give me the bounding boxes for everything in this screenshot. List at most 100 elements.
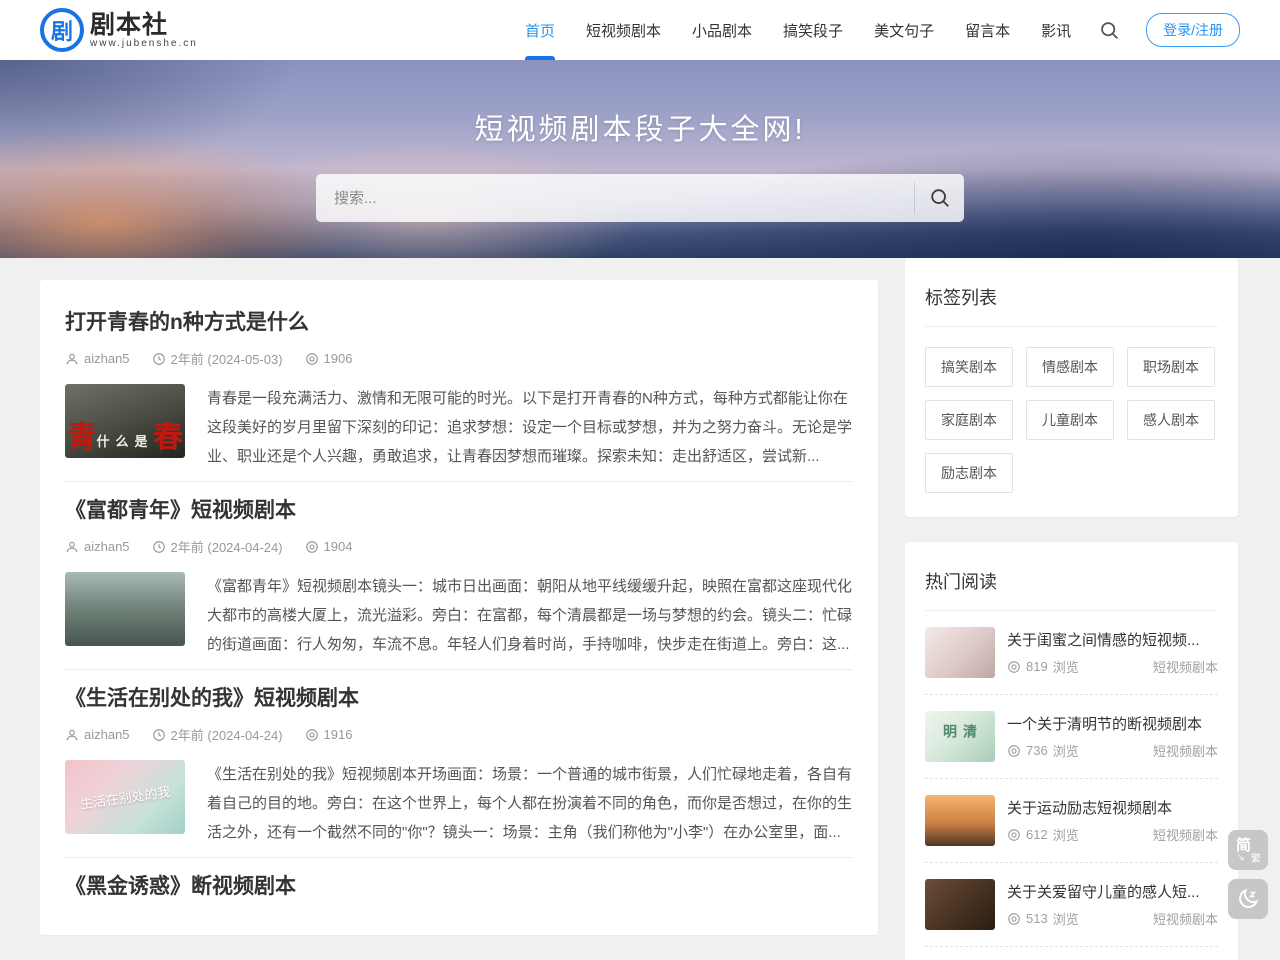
article-body: 《富都青年》短视频剧本镜头一：城市日出画面：朝阳从地平线缓缓升起，映照在富都这座…: [65, 572, 853, 659]
hot-item-meta: 513 浏览 短视频剧本: [1007, 909, 1218, 928]
views-icon: [305, 728, 319, 742]
article-item: 《生活在别处的我》短视频剧本 aizhan5 2年前 (2024-04-24) …: [65, 669, 853, 857]
nav-item-guestbook[interactable]: 留言本: [965, 0, 1010, 60]
hot-list-item[interactable]: 关于夫妻之间感动的短视频... 493 浏览 短视频剧本: [925, 947, 1218, 960]
hot-item-category: 短视频剧本: [1153, 825, 1218, 844]
hot-item-thumbnail: [925, 627, 995, 678]
tag-touching[interactable]: 感人剧本: [1127, 400, 1215, 440]
article-title[interactable]: 打开青春的n种方式是什么: [65, 306, 853, 336]
views-icon: [1007, 912, 1021, 926]
tag-list-title: 标签列表: [925, 278, 1218, 327]
article-author: aizhan5: [65, 351, 130, 366]
hot-reading-title: 热门阅读: [925, 562, 1218, 611]
thumb-overlay-text: 青: [67, 412, 97, 456]
hot-item-title: 关于运动励志短视频剧本: [1007, 797, 1218, 818]
hot-list-item[interactable]: 关于运动励志短视频剧本 612 浏览 短视频剧本: [925, 779, 1218, 863]
clock-icon: [152, 352, 166, 366]
nav-item-beautiful-sentences[interactable]: 美文句子: [874, 0, 934, 60]
hero-banner: 短视频剧本段子大全网!: [0, 60, 1280, 258]
simplified-traditional-icon: 简 ↘ 繁: [1236, 838, 1260, 862]
site-url: www.jubenshe.cn: [90, 38, 198, 49]
article-body: 生活在别处的我 《生活在别处的我》短视频剧本开场画面：场景：一个普通的城市街景，…: [65, 760, 853, 847]
top-navbar: 剧 剧本社 www.jubenshe.cn 首页 短视频剧本 小品剧本 搞笑段子…: [0, 0, 1280, 60]
hot-reading-card: 热门阅读 关于闺蜜之间情感的短视频... 819 浏览 短视频剧本: [905, 542, 1238, 960]
hot-item-views: 819 浏览: [1007, 657, 1079, 676]
tag-children[interactable]: 儿童剧本: [1026, 400, 1114, 440]
article-item: 打开青春的n种方式是什么 aizhan5 2年前 (2024-05-03) 19…: [65, 294, 853, 481]
simplified-traditional-toggle-button[interactable]: 简 ↘ 繁: [1228, 830, 1268, 870]
hot-item-title: 关于闺蜜之间情感的短视频...: [1007, 629, 1218, 650]
hero-title: 短视频剧本段子大全网!: [474, 106, 805, 148]
nav-item-sketch-scripts[interactable]: 小品剧本: [692, 0, 752, 60]
article-excerpt: 《富都青年》短视频剧本镜头一：城市日出画面：朝阳从地平线缓缓升起，映照在富都这座…: [207, 572, 853, 659]
tag-workplace[interactable]: 职场剧本: [1127, 347, 1215, 387]
nav-item-funny-jokes[interactable]: 搞笑段子: [783, 0, 843, 60]
hot-item-thumbnail: 清明: [925, 711, 995, 762]
hot-item-meta: 819 浏览 短视频剧本: [1007, 657, 1218, 676]
floating-toolbar: 简 ↘ 繁: [1228, 830, 1268, 919]
article-thumbnail[interactable]: 青 什么是 春: [65, 384, 185, 458]
article-date: 2年前 (2024-04-24): [152, 537, 283, 556]
tag-funny[interactable]: 搞笑剧本: [925, 347, 1013, 387]
thumb-overlay-text: 清明: [940, 724, 980, 750]
article-thumbnail[interactable]: 生活在别处的我: [65, 760, 185, 834]
tag-list-card: 标签列表 搞笑剧本 情感剧本 职场剧本 家庭剧本 儿童剧本 感人剧本 励志剧本: [905, 258, 1238, 517]
views-icon: [1007, 828, 1021, 842]
search-icon[interactable]: [1099, 20, 1120, 41]
article-title[interactable]: 《富都青年》短视频剧本: [65, 494, 853, 524]
hot-item-category: 短视频剧本: [1153, 657, 1218, 676]
hot-item-info: 关于运动励志短视频剧本 612 浏览 短视频剧本: [1007, 795, 1218, 846]
article-meta: aizhan5 2年前 (2024-04-24) 1916: [65, 725, 853, 744]
hot-item-info: 关于关爱留守儿童的感人短... 513 浏览 短视频剧本: [1007, 879, 1218, 930]
hero-search-input[interactable]: [316, 174, 914, 222]
hot-item-category: 短视频剧本: [1153, 741, 1218, 760]
tag-inspirational[interactable]: 励志剧本: [925, 453, 1013, 493]
article-meta: aizhan5 2年前 (2024-04-24) 1904: [65, 537, 853, 556]
site-title: 剧本社: [90, 12, 198, 38]
article-title[interactable]: 《生活在别处的我》短视频剧本: [65, 682, 853, 712]
hot-item-title: 一个关于清明节的断视频剧本: [1007, 713, 1218, 734]
login-register-button[interactable]: 登录/注册: [1146, 13, 1240, 47]
user-icon: [65, 540, 79, 554]
main-nav: 首页 短视频剧本 小品剧本 搞笑段子 美文句子 留言本 影讯: [525, 0, 1071, 60]
hero-search-bar: [316, 174, 964, 222]
article-title[interactable]: 《黑金诱惑》断视频剧本: [65, 870, 853, 900]
views-icon: [305, 540, 319, 554]
nav-item-movie-news[interactable]: 影讯: [1041, 0, 1071, 60]
article-author: aizhan5: [65, 727, 130, 742]
article-excerpt: 《生活在别处的我》短视频剧本开场画面：场景：一个普通的城市街景，人们忙碌地走着，…: [207, 760, 853, 847]
hot-item-thumbnail: [925, 879, 995, 930]
hero-search-button[interactable]: [914, 182, 964, 214]
tag-family[interactable]: 家庭剧本: [925, 400, 1013, 440]
hot-list-item[interactable]: 清明 一个关于清明节的断视频剧本 736 浏览 短视频剧本: [925, 695, 1218, 779]
article-date: 2年前 (2024-04-24): [152, 725, 283, 744]
article-views: 1906: [305, 351, 353, 366]
thumb-overlay-text: 什么是: [96, 431, 153, 450]
article-body: 青 什么是 春 青春是一段充满活力、激情和无限可能的时光。以下是打开青春的N种方…: [65, 384, 853, 471]
dark-mode-toggle-button[interactable]: [1228, 879, 1268, 919]
views-icon: [1007, 744, 1021, 758]
hot-item-views: 513 浏览: [1007, 909, 1079, 928]
logo-badge-icon: 剧: [40, 8, 84, 52]
page-content: 打开青春的n种方式是什么 aizhan5 2年前 (2024-05-03) 19…: [0, 280, 1280, 960]
article-item: 《黑金诱惑》断视频剧本: [65, 857, 853, 910]
thumb-overlay-text: 生活在别处的我: [79, 781, 172, 812]
article-views: 1916: [305, 727, 353, 742]
hot-item-category: 短视频剧本: [1153, 909, 1218, 928]
site-logo[interactable]: 剧 剧本社 www.jubenshe.cn: [40, 8, 198, 52]
article-thumbnail[interactable]: [65, 572, 185, 646]
nav-item-short-video-scripts[interactable]: 短视频剧本: [586, 0, 661, 60]
hot-list-item[interactable]: 关于闺蜜之间情感的短视频... 819 浏览 短视频剧本: [925, 611, 1218, 695]
user-icon: [65, 352, 79, 366]
logo-text: 剧本社 www.jubenshe.cn: [90, 12, 198, 49]
tag-emotion[interactable]: 情感剧本: [1026, 347, 1114, 387]
article-meta: aizhan5 2年前 (2024-05-03) 1906: [65, 349, 853, 368]
hot-list-item[interactable]: 关于关爱留守儿童的感人短... 513 浏览 短视频剧本: [925, 863, 1218, 947]
hot-item-thumbnail: [925, 795, 995, 846]
hot-item-views: 612 浏览: [1007, 825, 1079, 844]
moon-icon: [1236, 887, 1260, 911]
nav-item-home[interactable]: 首页: [525, 0, 555, 60]
hot-item-meta: 612 浏览 短视频剧本: [1007, 825, 1218, 844]
thumb-overlay-text: 春: [153, 412, 183, 456]
user-icon: [65, 728, 79, 742]
